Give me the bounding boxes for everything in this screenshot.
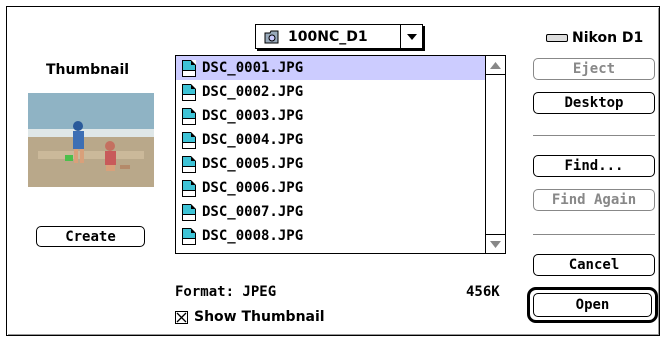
create-thumbnail-button[interactable]: Create [36, 226, 145, 247]
jpeg-file-icon [182, 131, 196, 149]
file-name: DSC_0003.JPG [202, 108, 304, 124]
desktop-button[interactable]: Desktop [533, 92, 655, 114]
folder-popup-label: 100NC_D1 [256, 29, 400, 45]
drive-name: Nikon D1 [572, 30, 644, 46]
thumbnail-preview-image [28, 93, 154, 187]
jpeg-file-icon [182, 83, 196, 101]
scroll-down-button[interactable] [486, 234, 505, 253]
file-name: DSC_0005.JPG [202, 156, 304, 172]
drive-indicator: Nikon D1 [546, 30, 643, 46]
jpeg-file-icon [182, 179, 196, 197]
jpeg-file-icon [182, 203, 196, 221]
chevron-down-icon[interactable] [400, 25, 422, 48]
file-name: DSC_0001.JPG [202, 60, 304, 76]
cancel-button[interactable]: Cancel [533, 254, 655, 276]
file-name: DSC_0007.JPG [202, 204, 304, 220]
file-list-item[interactable]: DSC_0004.JPG [176, 128, 486, 152]
file-list-item[interactable]: DSC_0005.JPG [176, 152, 486, 176]
scroll-up-button[interactable] [486, 56, 505, 75]
file-size-label: 456K [466, 284, 500, 300]
file-list-item[interactable]: DSC_0008.JPG [176, 224, 486, 248]
file-list-item[interactable]: DSC_0007.JPG [176, 200, 486, 224]
file-list-item[interactable]: DSC_0006.JPG [176, 176, 486, 200]
arrow-down-icon [490, 240, 501, 248]
file-list-rows: DSC_0001.JPG DSC_0002.JPG DSC_0003.JPG DSC_… [176, 56, 486, 248]
folder-popup-menu[interactable]: 100NC_D1 [255, 24, 423, 49]
open-file-dialog: 100NC_D1 Thumbnail Create DSC_0001.JPG D… [0, 0, 666, 342]
eject-button[interactable]: Eject [533, 58, 655, 80]
hard-drive-icon [546, 34, 568, 42]
jpeg-file-icon [182, 155, 196, 173]
folder-name: 100NC_D1 [288, 28, 368, 45]
format-label: Format: JPEG [175, 284, 277, 300]
arrow-up-icon [490, 61, 501, 69]
show-thumbnail-checkbox[interactable] [175, 310, 188, 324]
file-list-item[interactable]: DSC_0002.JPG [176, 80, 486, 104]
divider-bottom [533, 234, 655, 235]
file-name: DSC_0004.JPG [202, 132, 304, 148]
jpeg-file-icon [182, 227, 196, 245]
find-button[interactable]: Find... [533, 155, 655, 177]
divider-top [533, 135, 655, 136]
file-list[interactable]: DSC_0001.JPG DSC_0002.JPG DSC_0003.JPG DSC_… [175, 55, 506, 254]
file-name: DSC_0008.JPG [202, 228, 304, 244]
show-thumbnail-label: Show Thumbnail [194, 309, 325, 325]
jpeg-file-icon [182, 59, 196, 77]
file-list-item[interactable]: DSC_0001.JPG [176, 56, 486, 80]
file-name: DSC_0002.JPG [202, 84, 304, 100]
file-name: DSC_0006.JPG [202, 180, 304, 196]
open-button[interactable]: Open [533, 293, 652, 317]
show-thumbnail-option[interactable]: Show Thumbnail [175, 309, 325, 325]
folder-icon [264, 30, 279, 43]
checkbox-x-icon [176, 312, 187, 322]
file-list-item[interactable]: DSC_0003.JPG [176, 104, 486, 128]
thumbnail-heading: Thumbnail [46, 62, 130, 78]
jpeg-file-icon [182, 107, 196, 125]
file-list-scrollbar[interactable] [485, 56, 505, 253]
find-again-button[interactable]: Find Again [533, 189, 655, 211]
